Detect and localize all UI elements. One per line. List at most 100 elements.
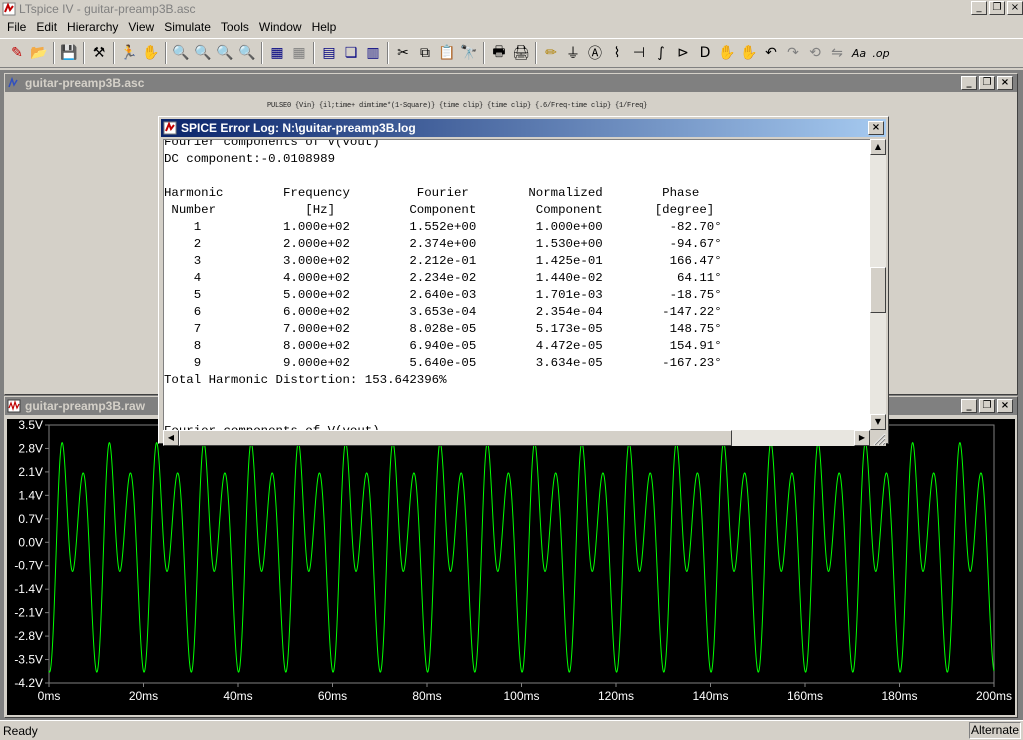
- spice-error-log-dialog[interactable]: SPICE Error Log: N:\guitar-preamp3B.log …: [158, 116, 889, 446]
- print-setup-icon[interactable]: 🖶: [488, 42, 510, 64]
- scroll-up-button[interactable]: ▲: [870, 139, 886, 155]
- control-panel-icon[interactable]: ⚒: [88, 42, 110, 64]
- y-tick-label: -4.2V: [14, 676, 43, 690]
- y-tick-label: -1.4V: [14, 582, 43, 596]
- toolbar: ✎ 📂 💾 ⚒ 🏃 ✋ 🔍 🔍 🔍 🔍 ▦ ▦ ▤ ❏ ▥ ✂ ⧉ 📋 🔭 🖶 🖨 ✏ ⏚ Ⓐ ⌇ ⊣ ∫ ⊳ D ✋ ✋ ↶ ↷ ⟲ ⇋ Aa .op: [0, 38, 1023, 68]
- inductor-icon[interactable]: ∫: [650, 42, 672, 64]
- cascade-icon[interactable]: ❏: [340, 42, 362, 64]
- grid-icon[interactable]: ▦: [288, 42, 310, 64]
- y-tick-label: 3.5V: [18, 419, 43, 432]
- text-icon[interactable]: Aa: [848, 42, 870, 64]
- schematic-minimize-button[interactable]: _: [961, 76, 977, 90]
- draw-wire-icon[interactable]: ✏: [540, 42, 562, 64]
- minimize-button[interactable]: _: [971, 1, 987, 15]
- diode-icon[interactable]: ⊳: [672, 42, 694, 64]
- move-icon[interactable]: ✋: [716, 42, 738, 64]
- log-text-area[interactable]: Fourier components of V(vout) DC compone…: [163, 139, 870, 430]
- zoom-back-icon[interactable]: 🔍: [214, 42, 236, 64]
- mirror-icon[interactable]: ⇋: [826, 42, 848, 64]
- dialog-close-button[interactable]: ×: [868, 121, 884, 135]
- horizontal-scroll-thumb[interactable]: [179, 430, 732, 446]
- schematic-window-title-bar[interactable]: guitar-preamp3B.asc _ ❐ ×: [5, 74, 1017, 92]
- open-file-icon[interactable]: 📂: [28, 42, 50, 64]
- horizontal-scrollbar[interactable]: ◀ ▶: [163, 430, 870, 446]
- zoom-area-icon[interactable]: 🔍: [170, 42, 192, 64]
- y-tick-label: -0.7V: [14, 559, 43, 573]
- cut-icon[interactable]: ✂: [392, 42, 414, 64]
- waveform-maximize-button[interactable]: ❐: [979, 399, 995, 413]
- vertical-scroll-thumb[interactable]: [870, 267, 886, 313]
- x-tick-label: 100ms: [503, 689, 539, 703]
- x-tick-label: 200ms: [976, 689, 1012, 703]
- toolbar-separator: [113, 42, 115, 64]
- log-text[interactable]: Fourier components of V(vout) DC compone…: [164, 140, 722, 430]
- save-icon[interactable]: 💾: [58, 42, 80, 64]
- x-tick-label: 40ms: [223, 689, 252, 703]
- autorange-icon[interactable]: ▦: [266, 42, 288, 64]
- y-tick-label: 2.1V: [18, 465, 43, 479]
- undo-icon[interactable]: ↶: [760, 42, 782, 64]
- new-schematic-icon[interactable]: ✎: [6, 42, 28, 64]
- schematic-maximize-button[interactable]: ❐: [979, 76, 995, 90]
- pan-icon[interactable]: 🔍: [192, 42, 214, 64]
- toolbar-separator: [387, 42, 389, 64]
- status-mode: Alternate: [969, 722, 1021, 739]
- x-tick-label: 160ms: [787, 689, 823, 703]
- print-icon[interactable]: 🖨: [510, 42, 532, 64]
- vertical-scrollbar[interactable]: ▲ ▼: [870, 139, 886, 430]
- status-text: Ready: [3, 723, 38, 738]
- menu-window[interactable]: Window: [254, 17, 307, 37]
- menu-help[interactable]: Help: [307, 17, 342, 37]
- resize-grip-icon: [873, 433, 886, 446]
- pulse-source-directive[interactable]: PULSE0 {Vin} {il;time+ dimtime*(1-Square…: [267, 102, 647, 110]
- vout-trace[interactable]: [48, 442, 995, 673]
- menu-view[interactable]: View: [123, 17, 159, 37]
- redo-icon[interactable]: ↷: [782, 42, 804, 64]
- toolbar-separator: [53, 42, 55, 64]
- scroll-down-button[interactable]: ▼: [870, 414, 886, 430]
- zoom-fit-icon[interactable]: 🔍: [236, 42, 258, 64]
- find-icon[interactable]: 🔭: [458, 42, 480, 64]
- schematic-close-button[interactable]: ×: [997, 76, 1013, 90]
- waveform-window-controls: _ ❐ ×: [961, 399, 1013, 413]
- y-tick-label: 0.0V: [18, 535, 43, 549]
- drag-icon[interactable]: ✋: [738, 42, 760, 64]
- menu-simulate[interactable]: Simulate: [159, 17, 216, 37]
- menu-file[interactable]: File: [2, 17, 31, 37]
- tile-horizontal-icon[interactable]: ▤: [318, 42, 340, 64]
- rotate-icon[interactable]: ⟲: [804, 42, 826, 64]
- menu-hierarchy[interactable]: Hierarchy: [62, 17, 123, 37]
- waveform-plot-pane[interactable]: 3.5V 2.8V 2.1V 1.4V 0.7V 0.0V -0.7V -1.4V -2.1V -…: [7, 418, 1015, 715]
- menu-tools[interactable]: Tools: [216, 17, 254, 37]
- component-icon[interactable]: D: [694, 42, 716, 64]
- paste-icon[interactable]: 📋: [436, 42, 458, 64]
- app-title: LTspice IV - guitar-preamp3B.asc: [19, 1, 196, 16]
- capacitor-icon[interactable]: ⊣: [628, 42, 650, 64]
- toolbar-separator: [165, 42, 167, 64]
- waveform-window-title: guitar-preamp3B.raw: [25, 399, 146, 413]
- dialog-title-bar[interactable]: SPICE Error Log: N:\guitar-preamp3B.log …: [161, 119, 886, 137]
- restore-button[interactable]: ❐: [989, 1, 1005, 15]
- menu-edit[interactable]: Edit: [31, 17, 62, 37]
- halt-icon[interactable]: ✋: [140, 42, 162, 64]
- copy-icon[interactable]: ⧉: [414, 42, 436, 64]
- label-net-icon[interactable]: Ⓐ: [584, 42, 606, 64]
- x-tick-label: 80ms: [412, 689, 441, 703]
- scroll-right-button[interactable]: ▶: [854, 430, 870, 446]
- status-bar: Ready Alternate: [0, 720, 1023, 740]
- schematic-window-controls: _ ❐ ×: [961, 76, 1013, 90]
- ground-icon[interactable]: ⏚: [562, 42, 584, 64]
- close-button[interactable]: ×: [1007, 1, 1023, 15]
- run-icon[interactable]: 🏃: [118, 42, 140, 64]
- toolbar-separator: [261, 42, 263, 64]
- spice-directive-icon[interactable]: .op: [870, 42, 892, 64]
- schematic-icon: [8, 76, 18, 88]
- waveform-close-button[interactable]: ×: [997, 399, 1013, 413]
- waveform-minimize-button[interactable]: _: [961, 399, 977, 413]
- resistor-icon[interactable]: ⌇: [606, 42, 628, 64]
- tile-vertical-icon[interactable]: ▥: [362, 42, 384, 64]
- resize-grip[interactable]: [870, 430, 886, 446]
- scroll-left-button[interactable]: ◀: [163, 430, 179, 446]
- x-tick-label: 140ms: [692, 689, 728, 703]
- waveform-chart[interactable]: 3.5V 2.8V 2.1V 1.4V 0.7V 0.0V -0.7V -1.4V -2.1V -…: [7, 418, 1015, 715]
